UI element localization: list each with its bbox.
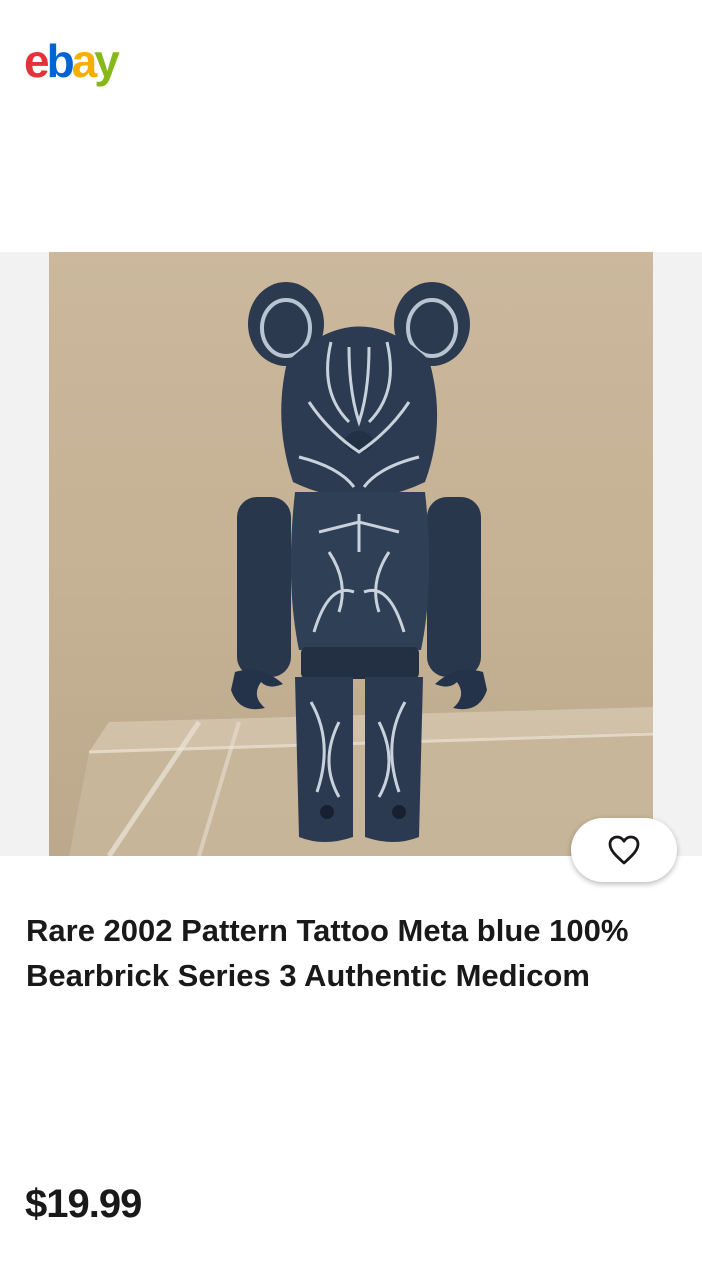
logo-letter-b: b (46, 35, 75, 87)
heart-icon (608, 835, 640, 865)
listing-price: $19.99 (25, 1182, 142, 1226)
listing-title[interactable]: Rare 2002 Pattern Tattoo Meta blue 100% … (26, 908, 666, 998)
listing-page: ebay Rare 2002 Pattern Tattoo Meta blue … (0, 0, 702, 1280)
product-photo[interactable] (49, 252, 653, 856)
bearbrick-illustration (69, 282, 653, 856)
image-gallery[interactable] (0, 252, 702, 856)
logo-letter-y: y (94, 35, 120, 87)
watch-button[interactable] (571, 818, 677, 882)
ebay-logo[interactable]: ebay (24, 35, 120, 87)
logo-letter-a: a (71, 35, 98, 87)
logo-letter-e: e (24, 35, 50, 87)
